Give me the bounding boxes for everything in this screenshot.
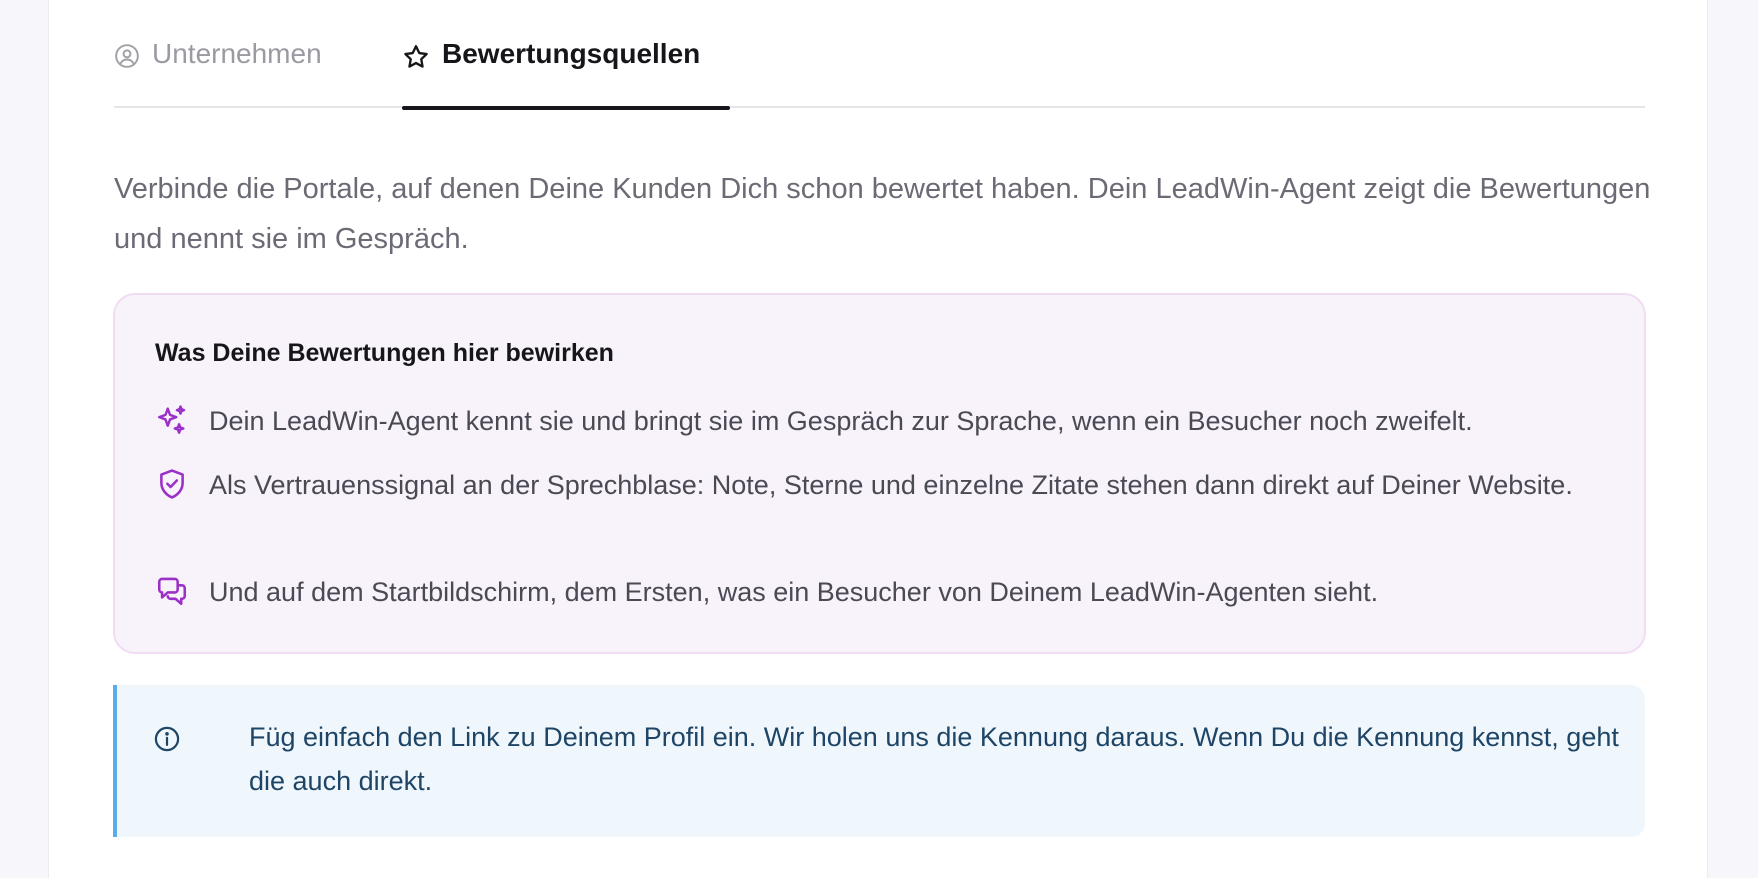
benefit-item: Als Vertrauenssignal an der Sprechblase:…	[155, 463, 1605, 507]
star-icon	[402, 40, 430, 71]
benefits-card: Was Deine Bewertungen hier bewirken Dein…	[113, 293, 1646, 654]
shield-check-icon	[155, 467, 189, 501]
benefits-title: Was Deine Bewertungen hier bewirken	[155, 339, 614, 367]
tab-label: Bewertungsquellen	[442, 38, 701, 69]
tab-label: Unternehmen	[152, 38, 322, 69]
info-text: Füg einfach den Link zu Deinem Profil ei…	[249, 722, 1619, 796]
benefit-item: Dein LeadWin-Agent kennt sie und bringt …	[155, 399, 1605, 443]
tab-unternehmen[interactable]: Unternehmen	[114, 40, 322, 108]
info-callout: Füg einfach den Link zu Deinem Profil ei…	[113, 685, 1645, 837]
info-circle-icon	[153, 725, 181, 758]
content-panel: Unternehmen Bewertungsquellen Verbinde d…	[48, 0, 1708, 878]
active-tab-indicator	[402, 106, 730, 110]
benefit-text: Als Vertrauenssignal an der Sprechblase:…	[209, 470, 1573, 500]
intro-text: Verbinde die Portale, auf denen Deine Ku…	[114, 173, 1651, 255]
benefit-text: Und auf dem Startbildschirm, dem Ersten,…	[209, 577, 1379, 607]
benefit-text: Dein LeadWin-Agent kennt sie und bringt …	[209, 406, 1473, 436]
benefit-item: Und auf dem Startbildschirm, dem Ersten,…	[155, 570, 1605, 614]
sparkles-icon	[155, 403, 189, 437]
chat-bubbles-icon	[155, 574, 189, 608]
tab-bar: Unternehmen Bewertungsquellen	[114, 0, 1645, 110]
tab-bewertungsquellen[interactable]: Bewertungsquellen	[402, 38, 730, 110]
user-circle-icon	[114, 40, 140, 69]
